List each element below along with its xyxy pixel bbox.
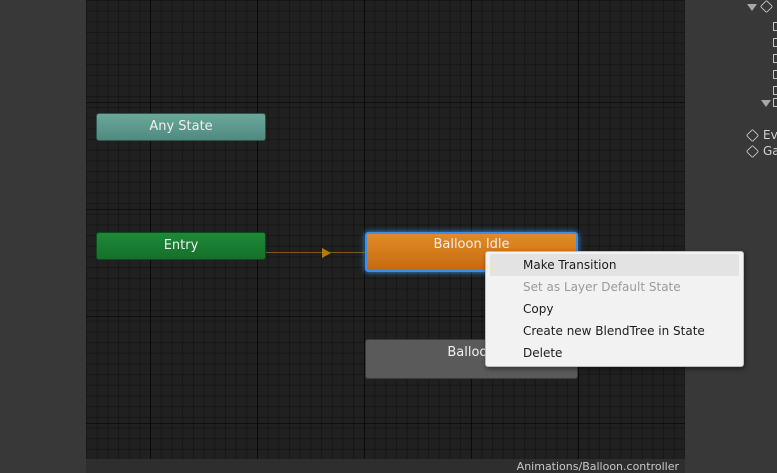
state-context-menu: Make Transition Set as Layer Default Sta… <box>485 251 744 367</box>
cube-icon <box>745 144 760 159</box>
hierarchy-item-label[interactable]: Ev <box>763 128 777 142</box>
controller-path: Animations/Balloon.controller <box>516 460 679 473</box>
menu-item-make-transition[interactable]: Make Transition <box>490 254 739 276</box>
state-entry[interactable]: Entry <box>96 232 266 260</box>
cube-icon <box>759 0 774 14</box>
transition-arrow-icon <box>322 248 331 258</box>
object-icon <box>773 70 777 79</box>
object-icon <box>773 54 777 63</box>
transition-line[interactable] <box>266 252 365 253</box>
cube-icon <box>745 128 760 143</box>
expand-arrow-icon[interactable] <box>761 100 771 107</box>
object-icon <box>773 98 777 107</box>
menu-item-delete[interactable]: Delete <box>490 342 739 364</box>
hierarchy-item-label[interactable]: Ga <box>763 144 777 158</box>
expand-arrow-icon[interactable] <box>747 4 757 11</box>
menu-item-create-blendtree[interactable]: Create new BlendTree in State <box>490 320 739 342</box>
menu-item-copy[interactable]: Copy <box>490 298 739 320</box>
graph-status-bar: Animations/Balloon.controller <box>86 459 685 473</box>
state-any-state[interactable]: Any State <box>96 113 266 141</box>
object-icon <box>773 86 777 95</box>
panel-divider <box>685 0 717 473</box>
menu-item-set-default-state: Set as Layer Default State <box>523 280 681 294</box>
object-icon <box>773 38 777 47</box>
object-icon <box>773 22 777 31</box>
hierarchy-panel: Ev Ga <box>717 0 777 473</box>
left-panel-edge <box>0 0 86 473</box>
